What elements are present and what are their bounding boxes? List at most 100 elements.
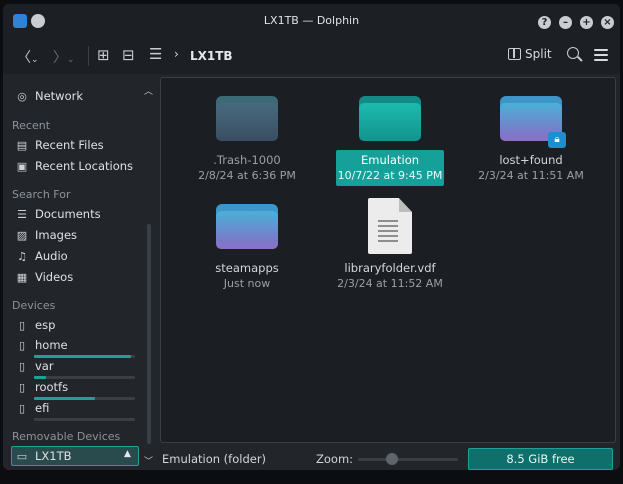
sidebar-item-recent-locations[interactable]: ▣ Recent Locations [15,157,133,175]
forward-arrow-icon: 〉 [53,50,67,66]
sidebar-scrollbar[interactable]: ︿ ﹀ [144,84,154,467]
selection-highlight: Emulation 10/7/22 at 9:45 PM [336,150,444,186]
file-item-trash[interactable]: .Trash-1000 2/8/24 at 6:36 PM [191,96,303,184]
audio-icon: ♫ [17,250,27,263]
zoom-label: Zoom: [316,452,354,466]
help-button[interactable]: ? [538,16,551,29]
sidebar-item-documents[interactable]: ☰ Documents [15,205,101,223]
split-label: Split [525,47,552,61]
file-item-emulation[interactable]: Emulation 10/7/22 at 9:45 PM [334,96,446,186]
sidebar-item-audio[interactable]: ♫ Audio [15,247,68,265]
forward-button[interactable]: 〉⌄ [53,47,75,67]
recent-locations-icon: ▣ [16,160,28,173]
breadcrumb[interactable]: LX1TB [190,49,233,63]
icons-view-button[interactable]: ⊞ [97,46,110,64]
details-view-icon: ☰ [149,45,163,63]
file-date: 2/8/24 at 6:36 PM [198,169,296,182]
sidebar-item-var[interactable]: ▯ var [15,357,54,375]
file-item-lost-found[interactable]: 🔒︎ lost+found 2/3/24 at 11:51 AM [475,96,587,184]
file-date: 2/3/24 at 11:52 AM [337,277,443,290]
file-name: Emulation [360,153,420,167]
compact-view-button[interactable]: ⊟ [122,46,135,64]
file-name: libraryfolder.vdf [344,261,436,275]
chevron-up-icon[interactable]: ︿ [144,84,153,97]
folder-icon [359,96,421,142]
sidebar-item-label: Recent Locations [35,159,134,173]
breadcrumb-arrow-icon: › [174,47,179,61]
drive-icon: ▭ [16,450,28,463]
search-icon[interactable] [567,47,579,59]
maximize-button[interactable]: + [580,16,593,29]
zoom-slider[interactable] [358,458,458,461]
back-arrow-icon: 〈 [17,50,31,66]
selection-status: Emulation (folder) [162,452,267,466]
chevron-down-icon[interactable]: ﹀ [144,454,153,467]
folder-icon: 🔒︎ [500,96,566,148]
file-item-steamapps[interactable]: steamapps Just now [191,204,303,292]
window-title: LX1TB — Dolphin [263,14,360,27]
capacity-bar-efi [34,418,135,421]
images-icon: ▨ [16,229,28,242]
sidebar-item-label: Audio [35,249,68,263]
hamburger-menu-icon[interactable] [594,49,608,64]
sidebar-item-label: rootfs [35,380,69,394]
section-header-removable-devices: Removable Devices [12,430,121,443]
file-item-libraryfolder-vdf[interactable]: libraryfolder.vdf 2/3/24 at 11:52 AM [334,198,446,292]
dolphin-window: LX1TB — Dolphin ? – + × 〈⌄ 〉⌄ ⊞ ⊟ ☰ › LX… [3,4,620,470]
section-header-devices: Devices [12,299,56,312]
file-name: steamapps [215,261,279,275]
folder-icon [216,96,278,142]
close-button[interactable]: × [601,16,614,29]
sidebar-item-home[interactable]: ▯ home [15,336,68,354]
sidebar-item-rootfs[interactable]: ▯ rootfs [15,378,68,396]
documents-icon: ☰ [17,208,27,221]
file-date: 2/3/24 at 11:51 AM [478,169,584,182]
sidebar-item-label: Network [35,89,84,103]
file-date: 10/7/22 at 9:45 PM [337,169,443,182]
sidebar-item-label: esp [35,318,56,332]
zoom-slider-handle[interactable] [386,453,398,465]
sidebar-item-recent-files[interactable]: ▤ Recent Files [15,136,104,154]
back-button[interactable]: 〈⌄ [17,47,39,67]
details-view-button[interactable]: ☰ [149,45,162,63]
network-icon: ◎ [17,90,27,103]
file-name: lost+found [499,153,563,167]
folder-icon [216,204,278,250]
file-date: Just now [223,277,271,290]
chevron-down-icon: ⌄ [67,55,75,65]
drive-icon: ▯ [18,339,26,352]
sidebar-item-label: var [35,359,54,373]
scrollbar-track[interactable] [147,224,151,444]
status-bar: Emulation (folder) Zoom: 8.5 GiB free [160,448,616,470]
icons-view-icon: ⊞ [97,46,110,64]
sidebar-item-images[interactable]: ▨ Images [15,226,77,244]
compact-view-icon: ⊟ [122,46,135,64]
sidebar-item-label: Images [35,228,78,242]
drive-icon: ▯ [18,319,26,332]
split-button[interactable]: Split [508,47,552,61]
lock-icon: 🔒︎ [548,132,566,148]
title-bar[interactable]: LX1TB — Dolphin ? – + × [3,4,620,38]
file-view[interactable]: .Trash-1000 2/8/24 at 6:36 PM Emulation … [160,77,616,443]
toolbar-separator [88,46,89,66]
text-file-icon [368,198,412,254]
drive-icon: ▯ [18,402,26,415]
drive-icon: ▯ [18,381,26,394]
places-panel: ◎ Network Recent ▤ Recent Files ▣ Recent Lo… [3,74,156,470]
minimize-button[interactable]: – [559,16,572,29]
videos-icon: ▦ [16,271,28,284]
split-view-icon [508,48,521,60]
sidebar-item-label: Videos [35,270,74,284]
sidebar-item-esp[interactable]: ▯ esp [15,316,55,334]
toolbar: 〈⌄ 〉⌄ ⊞ ⊟ ☰ › LX1TB Split [3,38,620,74]
eject-icon[interactable]: ▲ [124,449,131,459]
sidebar-item-label: home [35,338,68,352]
sidebar-item-videos[interactable]: ▦ Videos [15,268,73,286]
recent-files-icon: ▤ [16,139,28,152]
sidebar-item-network[interactable]: ◎ Network [15,87,83,105]
sidebar-item-efi[interactable]: ▯ efi [15,399,49,417]
chevron-down-icon: ⌄ [31,55,39,65]
drive-icon: ▯ [18,360,26,373]
free-space-indicator[interactable]: 8.5 GiB free [468,448,613,470]
sidebar-item-lx1tb-content[interactable]: ▭ LX1TB [15,447,72,465]
